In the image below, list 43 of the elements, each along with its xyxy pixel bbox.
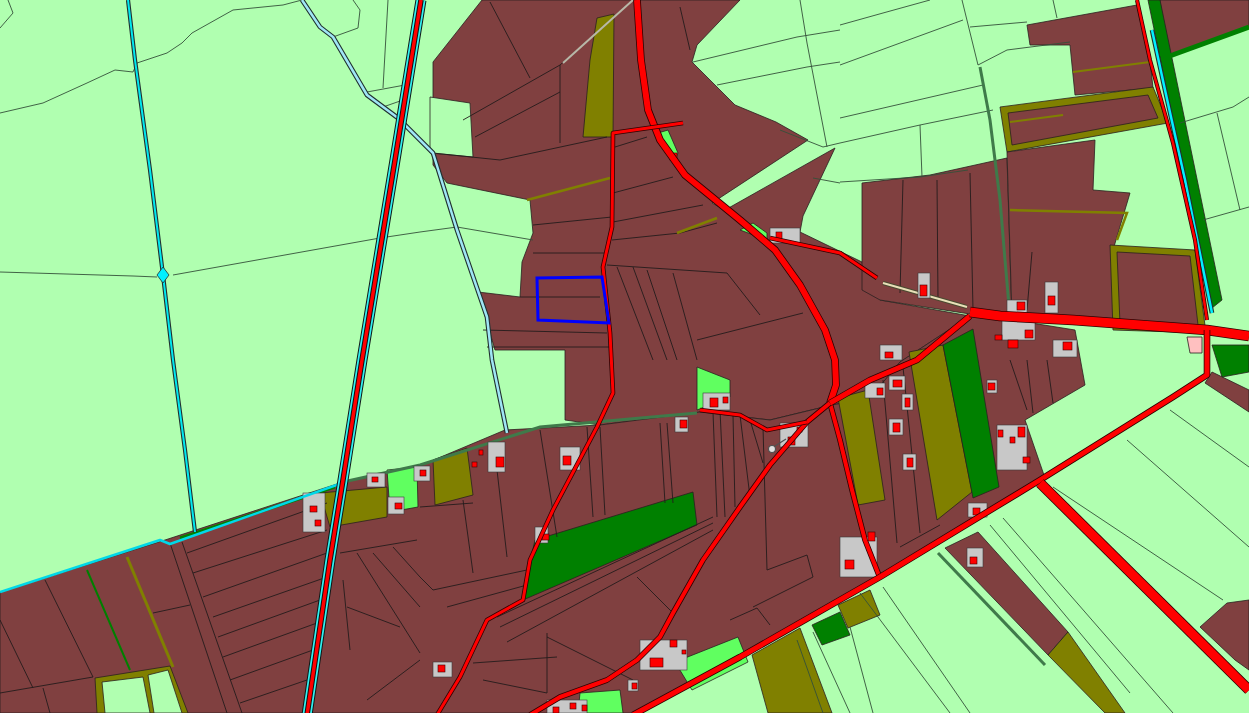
building-footprint xyxy=(969,556,978,565)
building-footprint xyxy=(679,419,688,429)
building-footprint xyxy=(867,531,876,542)
building-footprint xyxy=(722,396,729,404)
building-footprint xyxy=(371,476,379,483)
field-boundary-line xyxy=(332,0,361,38)
building-footprint xyxy=(775,231,783,240)
building-footprint xyxy=(1022,456,1031,464)
building-footprint xyxy=(892,379,903,388)
field-boundary-line xyxy=(1052,0,1058,19)
parcel-boundary-line xyxy=(679,6,691,51)
building-footprint xyxy=(844,559,855,570)
building-footprint xyxy=(904,397,911,408)
building-footprint xyxy=(562,455,572,466)
building-footprint xyxy=(892,422,901,433)
parcel-boundary-line xyxy=(1046,359,1054,404)
building-footprint xyxy=(437,664,446,673)
building-footprint xyxy=(552,706,560,713)
parcel-boundary-line xyxy=(614,136,648,148)
building-footprint xyxy=(1016,301,1026,311)
building-footprint xyxy=(906,457,914,468)
building-footprint xyxy=(1062,341,1073,351)
building-footprint xyxy=(419,469,427,477)
parcel-boundary-line xyxy=(612,176,674,194)
building-footprint xyxy=(884,351,894,359)
water-junction-icon xyxy=(156,266,170,284)
building-footprint xyxy=(495,456,505,468)
building-footprint xyxy=(972,507,981,516)
building-footprint xyxy=(1047,295,1056,306)
building-footprint xyxy=(394,502,403,510)
building-footprint xyxy=(649,657,664,668)
track-line xyxy=(562,0,634,64)
building-footprint xyxy=(631,682,638,690)
building-footprint xyxy=(987,382,996,391)
parcel-boundary-line xyxy=(366,659,421,701)
building-footprint xyxy=(541,533,550,541)
building-footprint xyxy=(1024,329,1034,339)
building-footprint xyxy=(919,284,928,297)
building-footprint xyxy=(709,397,719,408)
building-footprint xyxy=(1007,339,1019,349)
turning-circle-icon xyxy=(767,438,787,454)
building-footprint xyxy=(994,334,1003,341)
building-footprint xyxy=(876,387,884,396)
